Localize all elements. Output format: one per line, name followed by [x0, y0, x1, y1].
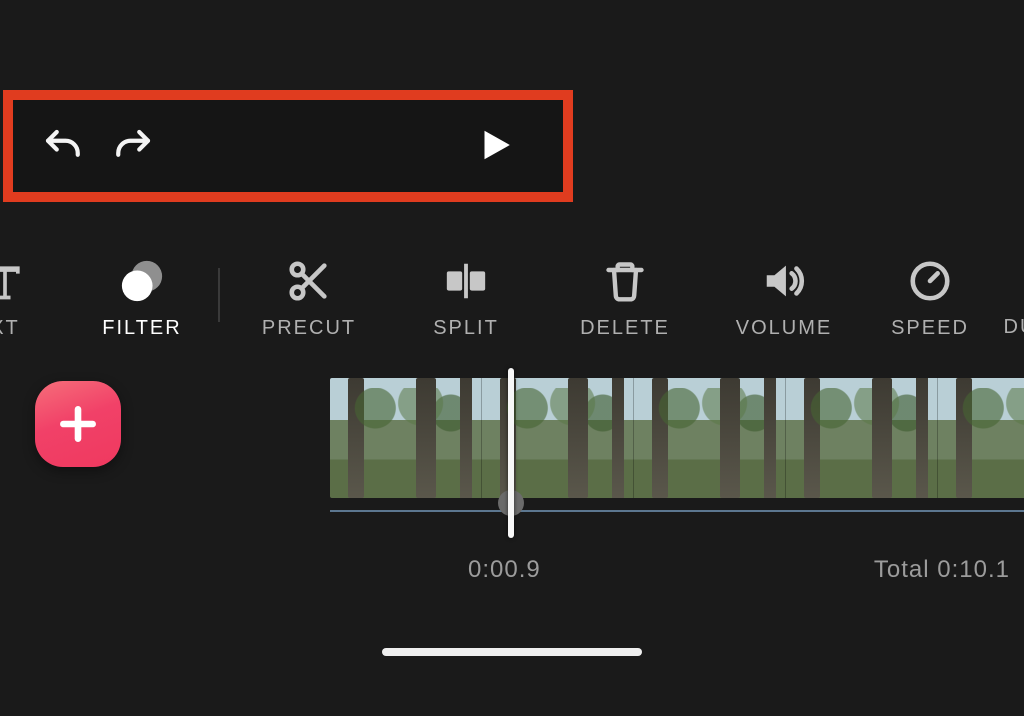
playhead[interactable] [508, 368, 514, 538]
home-indicator [382, 648, 642, 656]
playback-controls-highlight [3, 90, 573, 202]
clip-frame [330, 378, 482, 498]
speed-gauge-icon [906, 257, 954, 305]
undo-icon [41, 125, 83, 167]
clip-frame [786, 378, 938, 498]
tool-delete[interactable]: DELETE [570, 257, 680, 340]
scissors-icon [285, 257, 333, 305]
redo-button[interactable] [113, 125, 155, 167]
time-total: Total 0:10.1 [874, 556, 1010, 584]
filter-icon [118, 257, 166, 305]
plus-icon [56, 402, 100, 446]
tool-text-label: XT [0, 317, 20, 340]
time-current: 0:00.9 [468, 556, 541, 584]
tool-split-label: SPLIT [433, 317, 499, 340]
tool-split[interactable]: SPLIT [416, 257, 516, 340]
tool-speed[interactable]: SPEED [880, 257, 980, 340]
tool-speed-label: SPEED [891, 317, 969, 340]
tool-text[interactable]: XT [0, 257, 40, 340]
clip-frame [938, 378, 1024, 498]
redo-icon [113, 125, 155, 167]
split-icon [442, 257, 490, 305]
tool-filter[interactable]: FILTER [92, 257, 192, 340]
tool-volume-label: VOLUME [736, 317, 832, 340]
add-clip-button[interactable] [35, 381, 121, 467]
tool-precut[interactable]: PRECUT [254, 257, 364, 340]
tool-du-label: DU [1004, 316, 1024, 339]
timeline[interactable] [330, 378, 1024, 508]
tool-duplicate[interactable]: DU [990, 258, 1024, 339]
tool-precut-label: PRECUT [262, 317, 356, 340]
clip-frame [482, 378, 634, 498]
play-button[interactable] [475, 126, 515, 166]
volume-icon [760, 257, 808, 305]
trash-icon [601, 257, 649, 305]
tool-filter-label: FILTER [102, 317, 181, 340]
undo-button[interactable] [41, 125, 83, 167]
tool-volume[interactable]: VOLUME [724, 257, 844, 340]
playback-controls [13, 100, 563, 192]
play-icon [475, 126, 513, 164]
text-icon [0, 257, 29, 305]
toolbar-separator [218, 268, 220, 322]
timeline-axis [330, 510, 1024, 512]
edit-toolbar: XT FILTER PRECUT [0, 248, 1024, 348]
clip-strip[interactable] [330, 378, 1024, 498]
clip-frame [634, 378, 786, 498]
tool-delete-label: DELETE [580, 317, 670, 340]
